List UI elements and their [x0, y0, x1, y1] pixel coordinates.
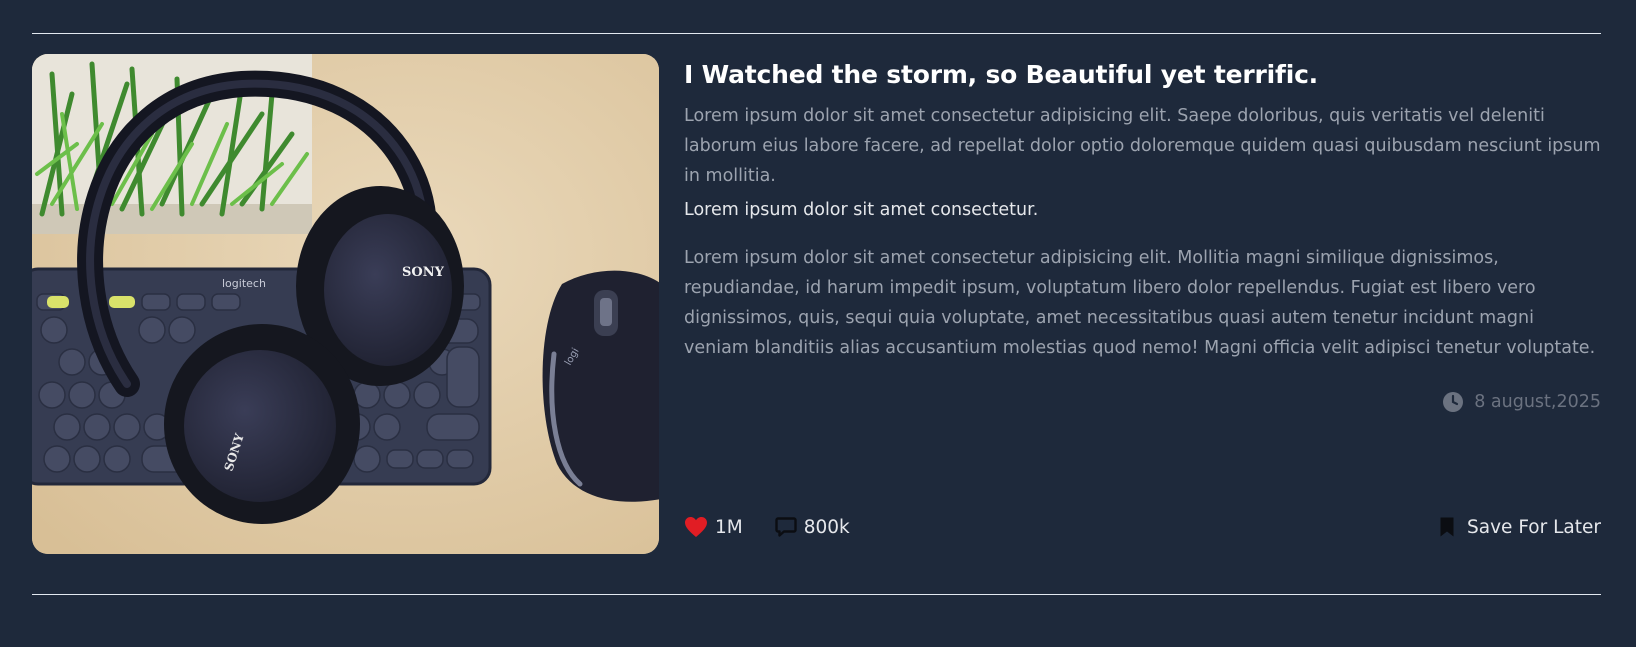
post-image: logitech SONY SONY logi: [32, 54, 659, 554]
post-paragraph-2: Lorem ipsum dolor sit amet consectetur a…: [684, 248, 1596, 358]
post-paragraph-1: Lorem ipsum dolor sit amet consectetur a…: [684, 106, 1601, 186]
bottom-divider: [32, 594, 1601, 595]
keyboard-brand: logitech: [222, 277, 266, 290]
top-divider: [32, 33, 1601, 34]
post-content: I Watched the storm, so Beautiful yet te…: [684, 54, 1601, 554]
comment-count: 800k: [803, 516, 850, 538]
desk-photo: logitech SONY SONY logi: [32, 54, 659, 554]
like-button[interactable]: 1M: [684, 516, 743, 538]
clock-icon: [1442, 391, 1464, 413]
headphone-brand-right: SONY: [402, 265, 445, 280]
post-subline: Lorem ipsum dolor sit amet consectetur.: [684, 200, 1039, 220]
post-card: logitech SONY SONY logi I Watched the st…: [32, 54, 1601, 554]
post-actions: 1M 800k Save For Later: [684, 509, 1601, 545]
post-date: 8 august,2025: [1442, 391, 1601, 413]
comment-icon: [775, 516, 797, 538]
post-date-text: 8 august,2025: [1474, 392, 1601, 412]
like-count: 1M: [715, 516, 743, 538]
post-title: I Watched the storm, so Beautiful yet te…: [684, 60, 1318, 89]
comment-button[interactable]: 800k: [775, 516, 850, 538]
bookmark-icon: [1439, 516, 1455, 538]
save-for-later-label: Save For Later: [1467, 516, 1601, 538]
save-for-later-button[interactable]: Save For Later: [1439, 516, 1601, 538]
heart-icon: [684, 516, 708, 538]
